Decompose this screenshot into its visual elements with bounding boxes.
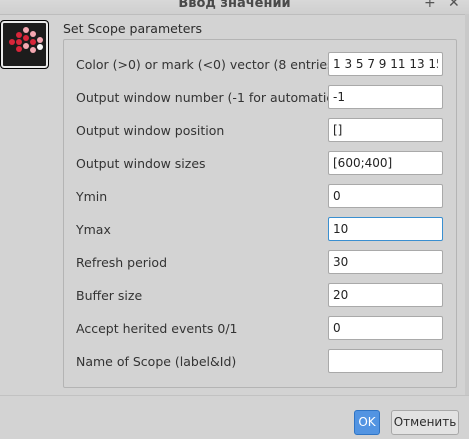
close-icon[interactable]: ✕ [448, 0, 460, 11]
window-title: Ввод значений [178, 0, 291, 11]
window-sizes-input[interactable] [328, 151, 443, 175]
scope-name-label: Name of Scope (label&Id) [76, 354, 237, 369]
window-position-input[interactable] [328, 118, 443, 142]
window-number-input[interactable] [328, 85, 443, 109]
ymax-input[interactable] [328, 217, 443, 241]
window-titlebar: Ввод значений + ✕ [0, 0, 469, 15]
scilab-scope-dots-icon [0, 20, 49, 69]
scope-dots-graphic [9, 27, 43, 53]
ymax-label: Ymax [76, 222, 111, 237]
color-vector-input[interactable] [328, 52, 443, 76]
color-vector-label: Color (>0) or mark (<0) vector (8 entrie… [76, 57, 339, 72]
refresh-period-input[interactable] [328, 250, 443, 274]
herited-events-label: Accept herited events 0/1 [76, 321, 238, 336]
group-title: Set Scope parameters [63, 21, 203, 36]
ymin-label: Ymin [76, 189, 108, 204]
buffer-size-label: Buffer size [76, 288, 143, 303]
window-right-edge [465, 14, 469, 395]
buffer-size-input[interactable] [328, 283, 443, 307]
window-position-label: Output window position [76, 123, 225, 138]
window-sizes-label: Output window sizes [76, 156, 206, 171]
scope-name-input[interactable] [328, 349, 443, 373]
refresh-period-label: Refresh period [76, 255, 167, 270]
window-number-label: Output window number (-1 for automatic) [76, 90, 339, 105]
button-area-divider [0, 395, 469, 396]
cancel-button[interactable]: Отменить [391, 410, 459, 435]
herited-events-input[interactable] [328, 316, 443, 340]
ymin-input[interactable] [328, 184, 443, 208]
ok-button[interactable]: OK [354, 410, 380, 435]
maximize-plus-icon[interactable]: + [424, 0, 436, 11]
